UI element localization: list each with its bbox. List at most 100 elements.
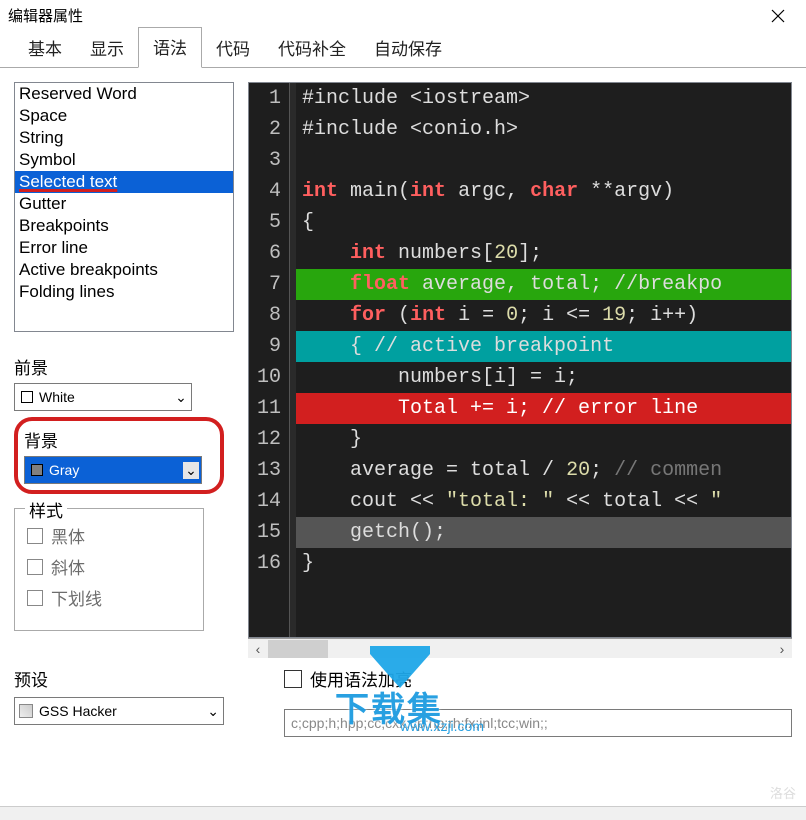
right-panel: 12345678910111213141516 #include <iostre… [248, 82, 792, 658]
content-area: Reserved WordSpaceStringSymbolSelected t… [0, 68, 806, 658]
list-item[interactable]: Symbol [15, 149, 233, 171]
chevron-down-icon: ⌄ [207, 703, 219, 720]
line-number: 4 [257, 176, 281, 207]
code-area: #include <iostream>#include <conio.h> int… [296, 83, 791, 637]
scroll-thumb[interactable] [268, 640, 328, 658]
list-item[interactable]: Space [15, 105, 233, 127]
scroll-track[interactable] [268, 640, 772, 658]
line-number: 10 [257, 362, 281, 393]
line-number: 13 [257, 455, 281, 486]
preset-value: GSS Hacker [39, 703, 207, 719]
extensions-placeholder: c;cpp;h;hpp;cc;cxx;cp;hp;rh;fx;inl;tcc;w… [291, 715, 548, 731]
code-line: average = total / 20; // commen [296, 455, 791, 486]
code-line: Total += i; // error line [296, 393, 791, 424]
background-annotation: 背景 Gray ⌄ [14, 417, 224, 494]
code-line: { // active breakpoint [296, 331, 791, 362]
preset-combo[interactable]: GSS Hacker ⌄ [14, 697, 224, 725]
chevron-down-icon: ⌄ [183, 462, 199, 479]
style-group: 样式 黑体 斜体 下划线 [14, 508, 204, 631]
code-line: for (int i = 0; i <= 19; i++) [296, 300, 791, 331]
use-syntax-highlight-label: 使用语法加亮 [310, 666, 412, 691]
code-line: int main(int argc, char **argv) [296, 176, 791, 207]
line-number: 7 [257, 269, 281, 300]
line-number: 15 [257, 517, 281, 548]
code-line: numbers[i] = i; [296, 362, 791, 393]
list-item[interactable]: String [15, 127, 233, 149]
scroll-left-icon[interactable]: ‹ [248, 640, 268, 658]
code-line: #include <iostream> [296, 83, 791, 114]
line-number: 16 [257, 548, 281, 579]
code-line [296, 145, 791, 176]
footer-bar [0, 806, 806, 820]
preset-group: 预设 GSS Hacker ⌄ [14, 666, 224, 737]
foreground-value: White [37, 389, 173, 405]
checkbox-icon [284, 670, 302, 688]
list-item[interactable]: Folding lines [15, 281, 233, 303]
underline-checkbox[interactable]: 下划线 [27, 585, 191, 610]
close-button[interactable] [758, 0, 798, 32]
tab-bar: 基本显示语法代码代码补全自动保存 [0, 32, 806, 68]
chevron-down-icon: ⌄ [173, 389, 189, 406]
tab-0[interactable]: 基本 [14, 29, 76, 68]
line-number: 11 [257, 393, 281, 424]
extensions-input[interactable]: c;cpp;h;hpp;cc;cxx;cp;hp;rh;fx;inl;tcc;w… [284, 709, 792, 737]
line-number: 3 [257, 145, 281, 176]
scroll-right-icon[interactable]: › [772, 640, 792, 658]
tab-5[interactable]: 自动保存 [360, 29, 456, 68]
line-number: 2 [257, 114, 281, 145]
line-number: 5 [257, 207, 281, 238]
window: 编辑器属性 基本显示语法代码代码补全自动保存 Reserved WordSpac… [0, 0, 806, 820]
code-line: } [296, 548, 791, 579]
code-line: { [296, 207, 791, 238]
list-item[interactable]: Gutter [15, 193, 233, 215]
checkbox-icon [27, 559, 43, 575]
tab-4[interactable]: 代码补全 [264, 29, 360, 68]
line-number: 6 [257, 238, 281, 269]
code-line: float average, total; //breakpo [296, 269, 791, 300]
left-panel: Reserved WordSpaceStringSymbolSelected t… [14, 82, 234, 658]
preset-icon [19, 704, 33, 718]
background-value: Gray [47, 462, 183, 478]
italic-checkbox[interactable]: 斜体 [27, 554, 191, 579]
list-item[interactable]: Active breakpoints [15, 259, 233, 281]
style-legend: 样式 [25, 497, 67, 522]
color-swatch-icon [21, 391, 33, 403]
color-swatch-icon [31, 464, 43, 476]
code-line: #include <conio.h> [296, 114, 791, 145]
code-line: cout << "total: " << total << " [296, 486, 791, 517]
foreground-label: 前景 [14, 354, 234, 379]
line-number: 9 [257, 331, 281, 362]
code-line: getch(); [296, 517, 791, 548]
corner-label: 洛谷 [770, 783, 796, 802]
syntax-item-list[interactable]: Reserved WordSpaceStringSymbolSelected t… [14, 82, 234, 332]
tab-3[interactable]: 代码 [202, 29, 264, 68]
list-item[interactable]: Selected text [15, 171, 233, 193]
bold-checkbox[interactable]: 黑体 [27, 523, 191, 548]
foreground-group: 前景 White ⌄ [14, 354, 234, 411]
gutter: 12345678910111213141516 [249, 83, 290, 637]
code-line: int numbers[20]; [296, 238, 791, 269]
background-label: 背景 [24, 427, 214, 452]
line-number: 1 [257, 83, 281, 114]
tab-1[interactable]: 显示 [76, 29, 138, 68]
use-syntax-highlight-checkbox[interactable]: 使用语法加亮 [284, 666, 792, 691]
checkbox-icon [27, 528, 43, 544]
code-preview: 12345678910111213141516 #include <iostre… [248, 82, 792, 638]
window-title: 编辑器属性 [8, 5, 83, 26]
foreground-combo[interactable]: White ⌄ [14, 383, 192, 411]
code-line: } [296, 424, 791, 455]
line-number: 12 [257, 424, 281, 455]
horizontal-scrollbar[interactable]: ‹ › [248, 638, 792, 658]
options-column: 使用语法加亮 c;cpp;h;hpp;cc;cxx;cp;hp;rh;fx;in… [284, 666, 792, 737]
tab-2[interactable]: 语法 [138, 27, 202, 68]
list-item[interactable]: Error line [15, 237, 233, 259]
checkbox-icon [27, 590, 43, 606]
list-item[interactable]: Breakpoints [15, 215, 233, 237]
list-item[interactable]: Reserved Word [15, 83, 233, 105]
line-number: 14 [257, 486, 281, 517]
bottom-panel: 预设 GSS Hacker ⌄ 使用语法加亮 c;cpp;h;hpp;cc;cx… [0, 658, 806, 737]
close-icon [771, 9, 785, 23]
line-number: 8 [257, 300, 281, 331]
background-combo[interactable]: Gray ⌄ [24, 456, 202, 484]
preset-label: 预设 [14, 666, 224, 691]
